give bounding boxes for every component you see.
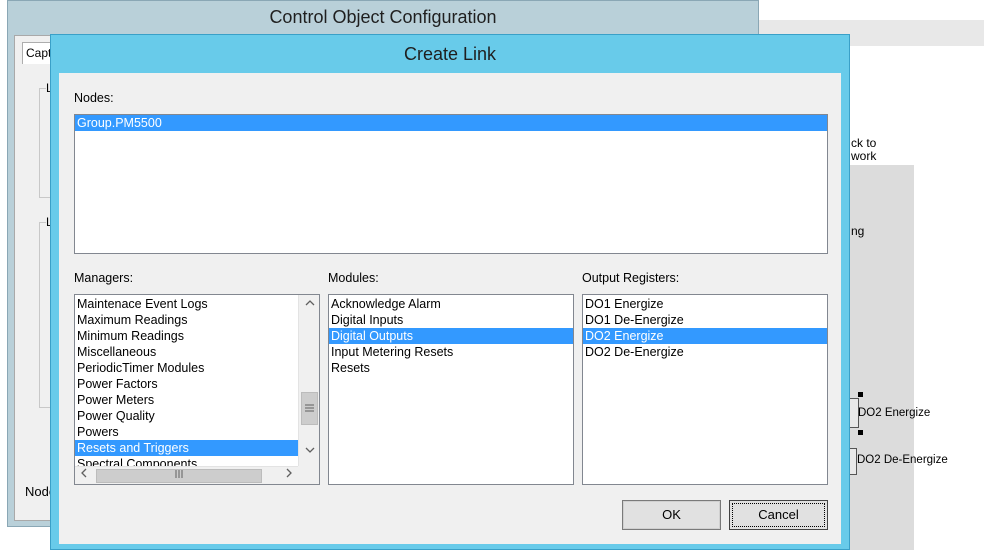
background-text-2: work — [851, 149, 877, 163]
canvas-block[interactable] — [850, 448, 857, 475]
managers-list-item[interactable]: Powers — [75, 424, 298, 440]
nodes-listbox[interactable]: Group.PM5500 — [74, 114, 828, 254]
canvas-item-do2-energize[interactable]: DO2 Energize — [858, 407, 930, 419]
dialog-client-area: Nodes: Group.PM5500 Managers: Modules: O… — [59, 73, 841, 544]
background-text-3: ng — [851, 224, 865, 238]
modules-listbox[interactable]: Acknowledge Alarm Digital Inputs Digital… — [328, 294, 574, 485]
scroll-right-arrow-icon[interactable] — [280, 467, 298, 484]
managers-list-item[interactable]: Power Factors — [75, 376, 298, 392]
managers-list-item[interactable]: Power Meters — [75, 392, 298, 408]
background-canvas — [840, 165, 914, 550]
selection-handle[interactable] — [858, 392, 863, 397]
scroll-up-arrow-icon[interactable] — [299, 295, 319, 313]
managers-horizontal-scrollbar[interactable] — [75, 466, 298, 484]
managers-list-item[interactable]: Maintenace Event Logs — [75, 296, 298, 312]
focus-ring — [732, 503, 825, 527]
scrollbar-corner — [298, 466, 319, 484]
output-registers-list-item[interactable]: DO1 Energize — [583, 296, 827, 312]
modules-list-item[interactable]: Digital Inputs — [329, 312, 573, 328]
managers-list-item[interactable]: Power Quality — [75, 408, 298, 424]
managers-vertical-scrollbar[interactable] — [298, 295, 319, 466]
modules-list-item[interactable]: Input Metering Resets — [329, 344, 573, 360]
scroll-left-arrow-icon[interactable] — [75, 467, 93, 484]
managers-list: Maintenace Event Logs Maximum Readings M… — [75, 295, 298, 467]
ok-button[interactable]: OK — [622, 500, 721, 530]
managers-label: Managers: — [74, 271, 134, 285]
nodes-list-item[interactable]: Group.PM5500 — [75, 115, 827, 131]
managers-vertical-scroll-thumb[interactable] — [301, 392, 318, 425]
managers-list-item[interactable]: Minimum Readings — [75, 328, 298, 344]
scroll-down-arrow-icon[interactable] — [299, 442, 319, 460]
window-title: Control Object Configuration — [269, 7, 497, 27]
modules-list-item[interactable]: Digital Outputs — [329, 328, 573, 344]
cancel-button[interactable]: Cancel — [729, 500, 828, 530]
managers-horizontal-scroll-thumb[interactable] — [96, 469, 262, 483]
modules-list-item[interactable]: Resets — [329, 360, 573, 376]
output-registers-list-item[interactable]: DO2 De-Energize — [583, 344, 827, 360]
modules-list-item[interactable]: Acknowledge Alarm — [329, 296, 573, 312]
managers-list-item[interactable]: Maximum Readings — [75, 312, 298, 328]
managers-list-item[interactable]: Miscellaneous — [75, 344, 298, 360]
create-link-dialog: Create Link Nodes: Group.PM5500 Managers… — [50, 34, 850, 550]
dialog-title: Create Link — [403, 44, 497, 64]
nodes-label: Nodes: — [74, 91, 114, 105]
canvas-item-do2-de-energize[interactable]: DO2 De-Energize — [857, 454, 948, 466]
output-registers-list-item[interactable]: DO1 De-Energize — [583, 312, 827, 328]
managers-list-item[interactable]: Resets and Triggers — [75, 440, 298, 456]
modules-label: Modules: — [328, 271, 379, 285]
output-registers-list-item[interactable]: DO2 Energize — [583, 328, 827, 344]
background-text-1: ck to — [851, 136, 877, 150]
output-registers-label: Output Registers: — [582, 271, 680, 285]
managers-list-item[interactable]: PeriodicTimer Modules — [75, 360, 298, 376]
managers-listbox[interactable]: Maintenace Event Logs Maximum Readings M… — [74, 294, 320, 485]
selection-handle[interactable] — [858, 430, 863, 435]
output-registers-listbox[interactable]: DO1 Energize DO1 De-Energize DO2 Energiz… — [582, 294, 828, 485]
